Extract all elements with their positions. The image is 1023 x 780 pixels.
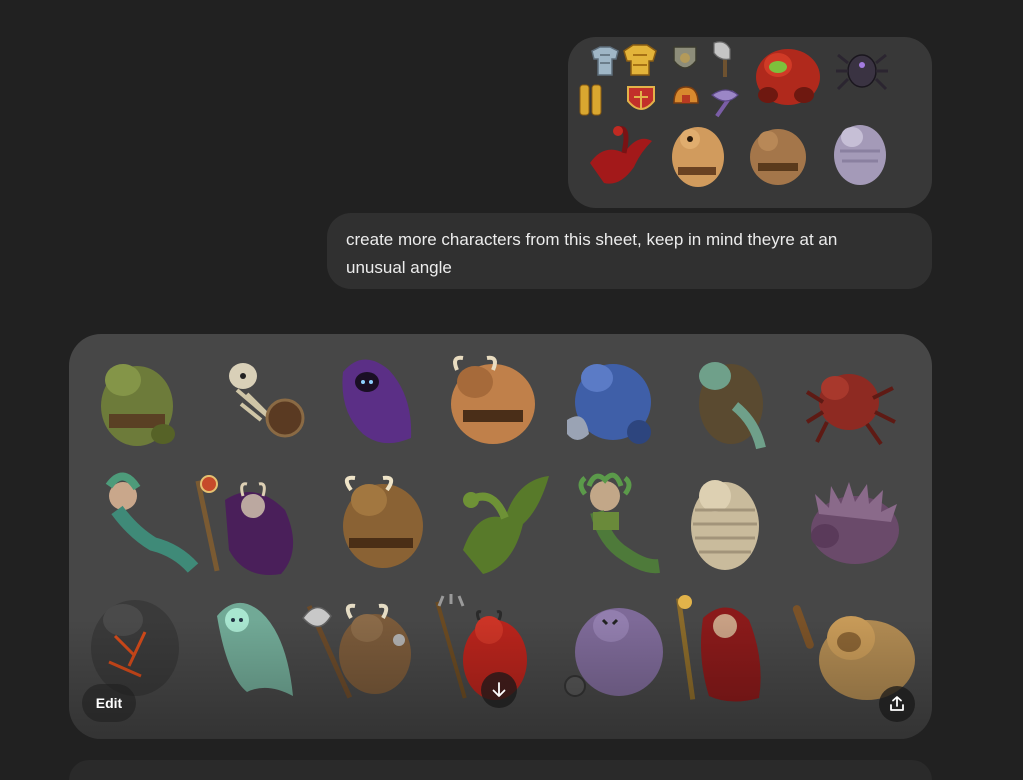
edit-button[interactable]: Edit — [82, 684, 136, 722]
ghoul-sprite — [834, 125, 886, 185]
red-shield-sprite — [627, 86, 655, 110]
edit-button-label: Edit — [95, 695, 123, 711]
helmet-sprite — [673, 86, 699, 104]
gold-legs-sprite — [579, 84, 602, 116]
user-message-text: create more characters from this sheet, … — [346, 230, 838, 277]
minotaur-brown-sprite — [343, 475, 423, 568]
sprite-sheet — [579, 41, 888, 187]
gold-armor-sprite — [623, 44, 657, 76]
mermaid-sprite — [105, 472, 199, 573]
share-icon — [890, 696, 904, 711]
arrow-down-icon — [492, 682, 506, 697]
user-message: create more characters from this sheet, … — [327, 213, 932, 289]
next-message-edge — [69, 760, 932, 780]
red-demon-sprite — [756, 49, 820, 105]
skeleton-warrior-sprite — [229, 363, 305, 438]
steel-armor-sprite — [591, 46, 619, 76]
giant-sprite — [750, 129, 806, 185]
orc-sprite — [101, 364, 175, 446]
mummy-sprite — [691, 480, 759, 570]
download-button[interactable] — [481, 672, 517, 708]
attached-image[interactable] — [568, 37, 932, 208]
share-button[interactable] — [879, 686, 915, 722]
zombie-sprite — [699, 362, 766, 450]
shield-sprite — [673, 46, 697, 69]
generated-image[interactable]: Edit — [69, 334, 932, 739]
horned-warlock-sprite — [195, 475, 294, 575]
hooded-wraith-sprite — [342, 359, 412, 444]
cyclops-sprite — [672, 127, 724, 187]
green-dragon-sprite — [463, 476, 549, 574]
giant-spider-sprite — [805, 374, 896, 446]
armored-knight-sprite — [567, 364, 651, 444]
minotaur-sprite — [451, 355, 535, 444]
double-axe-sprite — [711, 89, 739, 118]
axe-sprite — [713, 41, 731, 77]
spider-sprite — [836, 53, 888, 91]
medusa-sprite — [578, 472, 660, 574]
red-dragon-sprite — [590, 126, 652, 184]
spiked-beast-sprite — [811, 482, 899, 564]
